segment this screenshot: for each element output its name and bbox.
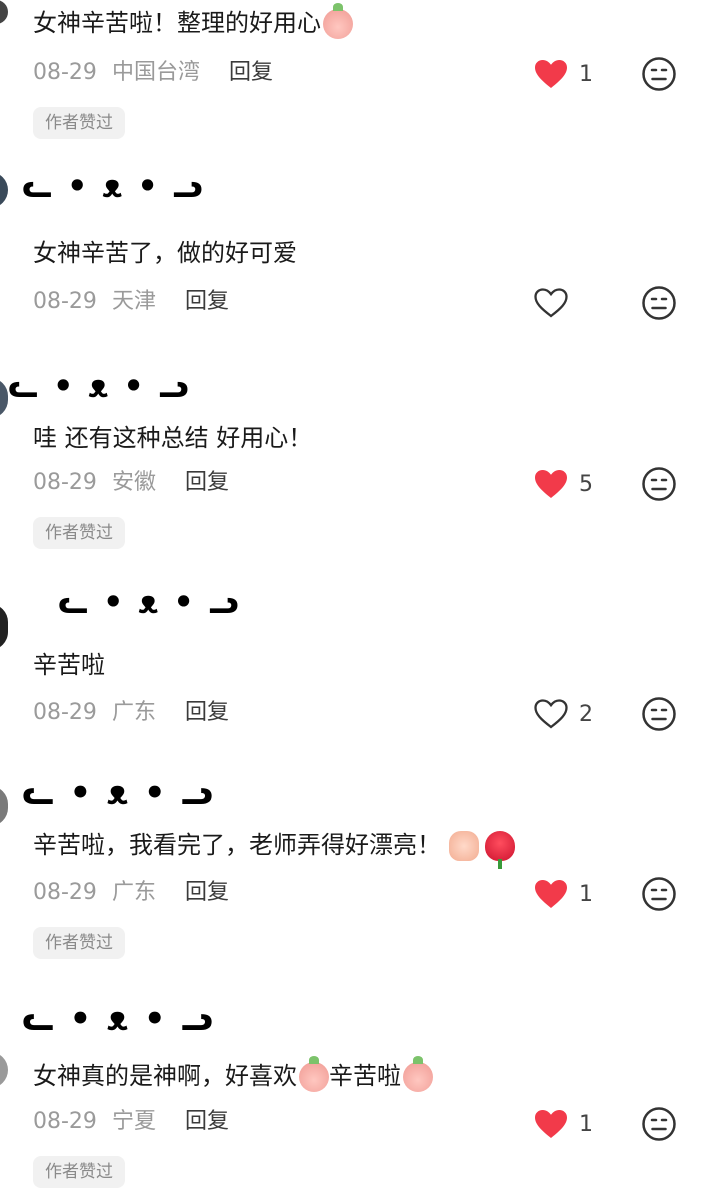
peach-face-emoji [299,1056,329,1092]
reply-button[interactable]: 回复 [185,880,229,905]
avatar[interactable] [0,786,8,826]
comment-meta: 08-29 宁夏 回复 [33,1108,229,1136]
like-button[interactable]: 2 [533,696,593,732]
comment-date: 08-29 [33,700,97,725]
author-liked-badge: 作者赞过 [33,927,125,959]
like-button[interactable] [533,285,591,321]
peach-face-emoji [403,1056,433,1092]
comment-location: 天津 [111,289,156,314]
comment-location: 广东 [111,880,156,905]
like-count: 1 [579,1111,593,1137]
comment-meta: 08-29 天津 回复 [33,288,229,316]
heart-icon [535,1110,567,1138]
author-liked-badge: 作者赞过 [33,1156,125,1188]
avatar[interactable] [0,1052,8,1088]
username[interactable]: ᓚ • ᴥ • ᓗ [8,370,191,402]
neutral-face-icon[interactable] [641,696,677,732]
comment-meta: 08-29 广东 回复 [33,879,229,907]
comment-location: 广东 [111,700,156,725]
reply-button[interactable]: 回复 [185,470,229,495]
comment-meta: 08-29 广东 回复 [33,699,229,727]
comment-date: 08-29 [33,880,97,905]
avatar[interactable] [0,604,8,650]
reply-button[interactable]: 回复 [185,1109,229,1134]
like-button[interactable]: 1 [533,1106,593,1142]
rose-emoji [485,831,515,869]
neutral-face-icon[interactable] [641,285,677,321]
comment-meta: 08-29 中国台湾 回复 [33,59,273,87]
neutral-face-icon[interactable] [641,1106,677,1142]
comment-location: 安徽 [111,470,156,495]
comment-text: 女神辛苦啦！整理的好用心 [33,3,353,39]
avatar[interactable] [0,172,8,208]
comment-date: 08-29 [33,1109,97,1134]
thumbs-up-emoji [449,831,479,861]
like-count: 1 [579,881,593,907]
comment-location: 中国台湾 [111,60,200,85]
username[interactable]: ᓚ • ᴥ • ᓗ [22,1002,215,1036]
heart-icon [534,288,568,318]
comment-text: 辛苦啦 [33,651,105,679]
comment-text: 女神辛苦了，做的好可爱 [33,239,297,267]
like-count: 1 [579,61,593,87]
reply-button[interactable]: 回复 [185,700,229,725]
like-button[interactable]: 1 [533,56,593,92]
heart-icon [534,699,568,729]
comment-date: 08-29 [33,60,97,85]
comment-text: 辛苦啦，我看完了，老师弄得好漂亮！ [33,830,515,869]
username[interactable]: ᓚ • ᴥ • ᓗ [58,586,241,618]
comment-date: 08-29 [33,289,97,314]
reply-button[interactable]: 回复 [229,60,273,85]
peach-face-emoji [323,3,353,39]
avatar[interactable] [0,378,8,418]
neutral-face-icon[interactable] [641,876,677,912]
heart-icon [535,60,567,88]
neutral-face-icon[interactable] [641,466,677,502]
comment-date: 08-29 [33,470,97,495]
like-button[interactable]: 1 [533,876,593,912]
author-liked-badge: 作者赞过 [33,107,125,139]
neutral-face-icon[interactable] [641,56,677,92]
avatar[interactable] [0,0,8,24]
comment-text: 女神真的是神啊，好喜欢 辛苦啦 [33,1056,433,1092]
comment-meta: 08-29 安徽 回复 [33,469,229,497]
like-button[interactable]: 5 [533,466,593,502]
username[interactable]: ᓚ • ᴥ • ᓗ [22,170,205,202]
author-liked-badge: 作者赞过 [33,517,125,549]
comment-location: 宁夏 [111,1109,156,1134]
heart-icon [535,880,567,908]
username[interactable]: ᓚ • ᴥ • ᓗ [22,776,215,810]
like-count: 2 [579,701,593,727]
comment-text: 哇 还有这种总结 好用心！ [33,424,313,452]
reply-button[interactable]: 回复 [185,289,229,314]
like-count: 5 [579,471,593,497]
heart-icon [535,470,567,498]
